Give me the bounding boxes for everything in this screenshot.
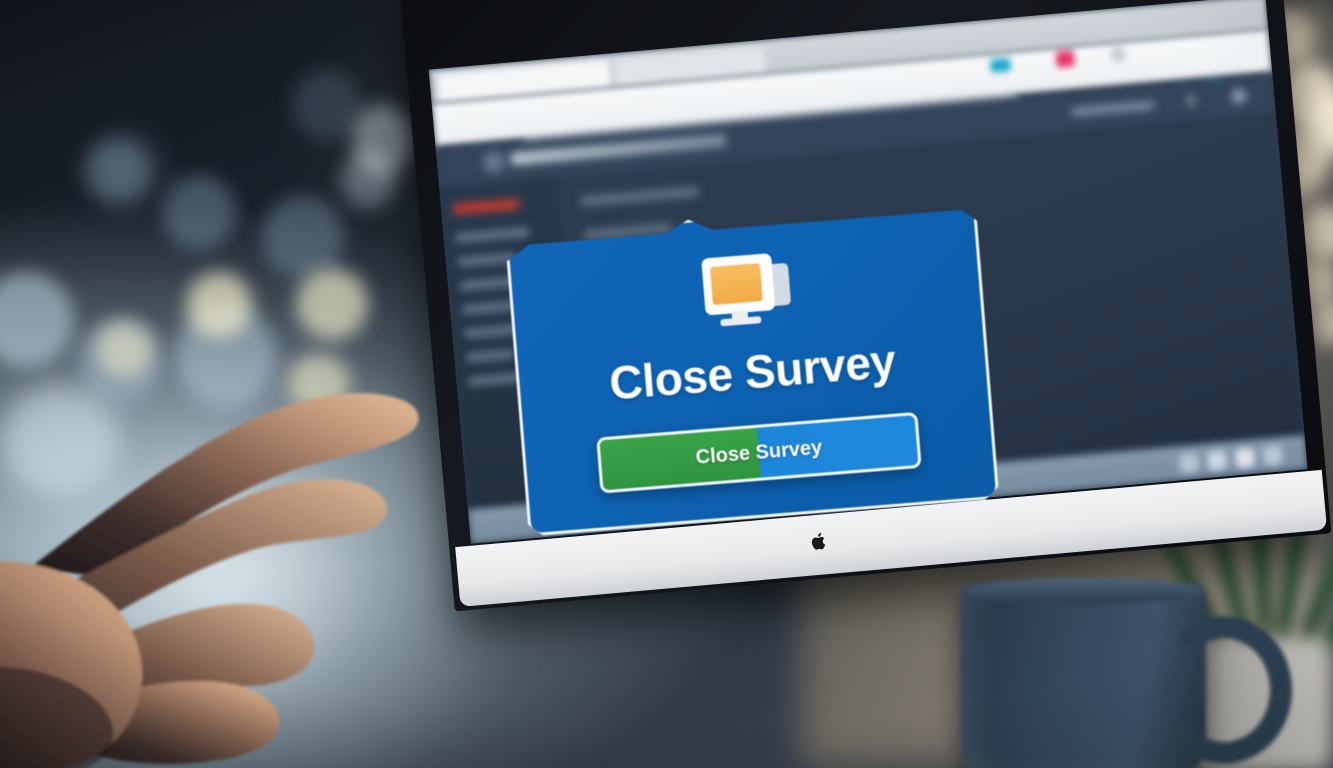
extension-icon[interactable] (989, 57, 1012, 73)
app-title (510, 133, 727, 166)
dialog-title: Close Survey (607, 334, 898, 410)
bokeh-light (162, 176, 236, 250)
bokeh-light (296, 268, 368, 340)
help-icon[interactable] (1230, 88, 1247, 105)
dock-item[interactable] (1178, 452, 1200, 474)
sidebar-item[interactable] (452, 198, 520, 216)
notification-icon[interactable] (1184, 94, 1197, 107)
dock-item[interactable] (1206, 450, 1228, 471)
coffee-mug (960, 564, 1292, 768)
apple-logo-icon (810, 530, 829, 552)
settings-icon[interactable] (1109, 45, 1127, 63)
dock-item[interactable] (1262, 445, 1284, 466)
photo-scene: Close Survey Close Survey (0, 0, 1333, 768)
bokeh-light (96, 322, 152, 378)
avatar[interactable] (482, 150, 507, 175)
close-survey-button-label: Close Survey (694, 436, 823, 469)
close-survey-button[interactable]: Close Survey (596, 411, 922, 494)
dock-item[interactable] (1234, 447, 1256, 469)
bokeh-light (88, 134, 160, 206)
bokeh-light (262, 196, 344, 278)
bokeh-light (186, 272, 252, 338)
bokeh-light (352, 104, 412, 176)
bokeh-light (292, 70, 362, 140)
pointing-hand (0, 372, 610, 768)
monitor-icon (699, 252, 793, 335)
bookmark-icon[interactable] (1055, 50, 1075, 68)
app-breadcrumb (1070, 100, 1156, 117)
sidebar-item[interactable] (466, 349, 515, 363)
content-row (580, 186, 699, 207)
sidebar-item[interactable] (461, 300, 517, 315)
